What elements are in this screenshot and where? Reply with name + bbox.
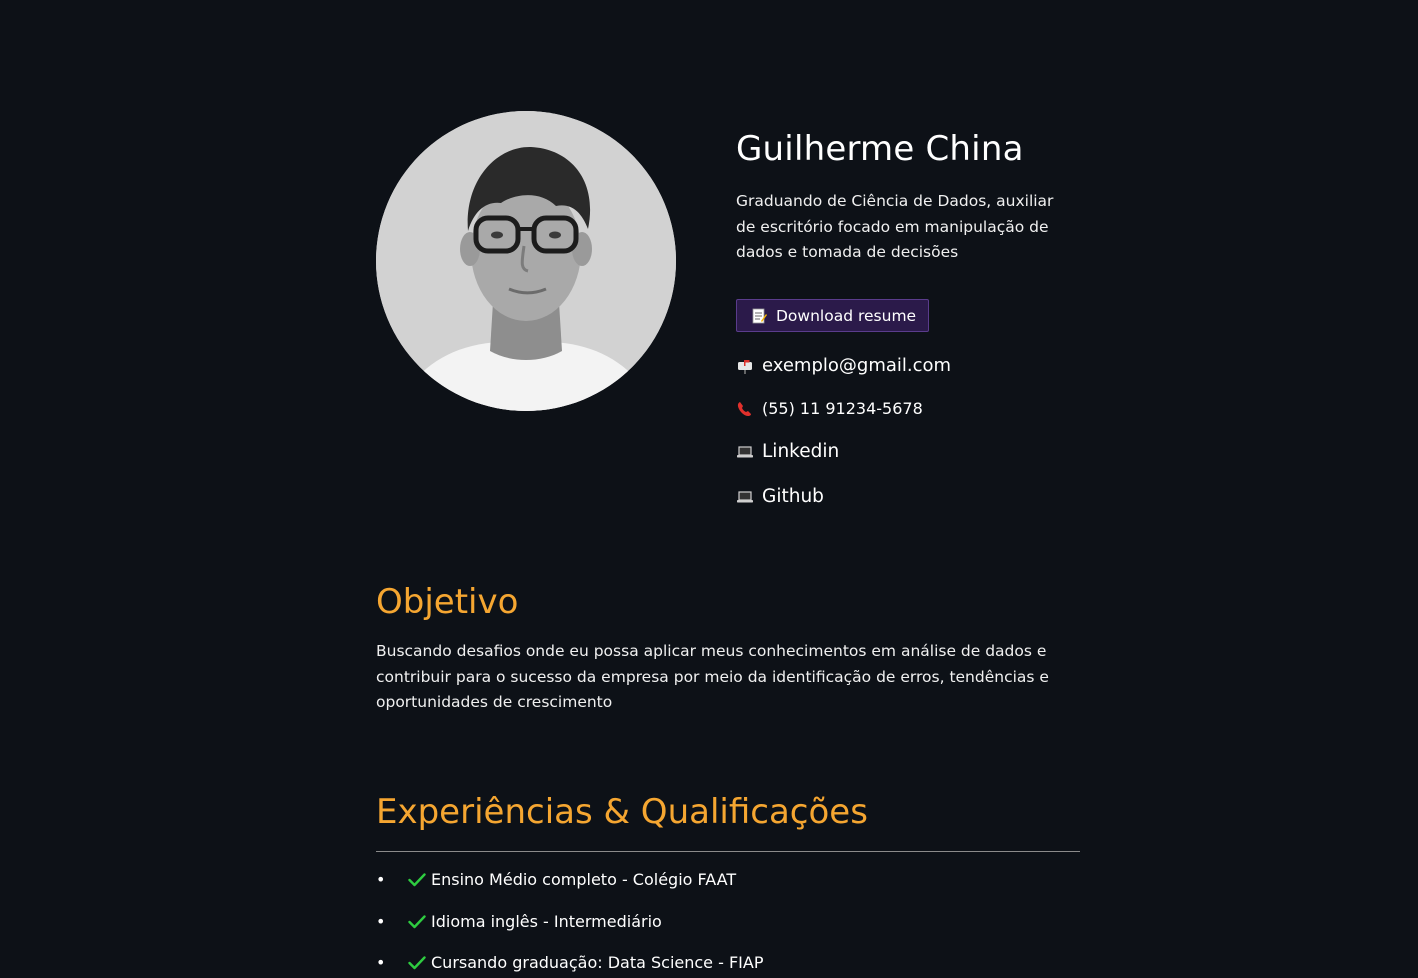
- qualifications-list: • Ensino Médio completo - Colégio FAAT •…: [376, 866, 1080, 978]
- contact-linkedin-link[interactable]: Linkedin: [736, 441, 839, 462]
- laptop-icon: [736, 488, 754, 506]
- resume-page: Guilherme China Graduando de Ciência de …: [0, 0, 1418, 978]
- list-item-label: Ensino Médio completo - Colégio FAAT: [431, 870, 737, 889]
- contact-email[interactable]: exemplo@gmail.com: [736, 355, 951, 376]
- list-item: • Cursando graduação: Data Science - FIA…: [376, 949, 1080, 978]
- experiencias-title: Experiências & Qualificações: [376, 792, 868, 832]
- list-item-label: Cursando graduação: Data Science - FIAP: [431, 953, 764, 972]
- contact-github-text: Github: [762, 486, 824, 507]
- profile-hero: Guilherme China Graduando de Ciência de …: [376, 111, 1080, 531]
- contact-phone-text: (55) 11 91234-5678: [762, 399, 923, 418]
- bullet-icon: •: [376, 953, 386, 972]
- download-resume-button[interactable]: Download resume: [736, 299, 930, 332]
- check-icon: [408, 955, 426, 974]
- download-resume-label: Download resume: [776, 306, 917, 325]
- bullet-icon: •: [376, 870, 386, 889]
- contact-phone[interactable]: (55) 11 91234-5678: [736, 399, 923, 418]
- profile-bio: Graduando de Ciência de Dados, auxiliar …: [736, 192, 1054, 261]
- telephone-icon: [736, 400, 754, 418]
- mailbox-icon: [736, 357, 754, 375]
- check-icon: [408, 872, 426, 891]
- profile-photo: [376, 111, 676, 411]
- section-divider: [376, 851, 1080, 852]
- profile-photo-illustration: [376, 111, 676, 411]
- memo-icon: [750, 307, 768, 325]
- laptop-icon: [736, 443, 754, 461]
- objetivo-text: Buscando desafios onde eu possa aplicar …: [376, 642, 1049, 711]
- list-item: • Ensino Médio completo - Colégio FAAT: [376, 866, 1080, 908]
- objetivo-title: Objetivo: [376, 582, 519, 622]
- check-icon: [408, 914, 426, 933]
- contact-email-text: exemplo@gmail.com: [762, 355, 952, 376]
- contact-github-link[interactable]: Github: [736, 486, 824, 507]
- list-item-label: Idioma inglês - Intermediário: [431, 911, 662, 931]
- bullet-icon: •: [376, 911, 386, 931]
- contact-linkedin-text: Linkedin: [762, 441, 840, 462]
- list-item: • Idioma inglês - Intermediário: [376, 908, 1080, 950]
- profile-name: Guilherme China: [736, 129, 1024, 169]
